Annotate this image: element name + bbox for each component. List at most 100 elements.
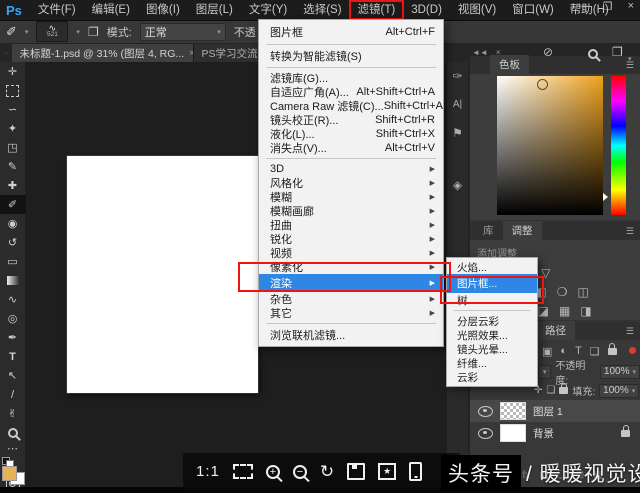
menu-image[interactable]: 图像(I) [138,1,188,19]
menu-item-3d[interactable]: 3D▶ [259,162,443,176]
submenu-item-clouds[interactable]: 云彩 [447,370,537,384]
save-icon[interactable] [347,463,365,480]
lock-all-icon[interactable] [559,387,568,394]
adjustment-icon[interactable]: ▦ [559,305,570,317]
brush-presets-panel-icon[interactable]: ✑ [452,69,462,83]
layer-row-layer1[interactable]: 图层 1 [470,400,640,422]
menu-item-sharpen[interactable]: 锐化▶ [259,232,443,246]
chevron-down-icon[interactable]: ▾ [25,28,29,36]
fill-input[interactable]: 100% ▾ [599,384,639,398]
minimize-button[interactable]: — [577,0,588,13]
menu-item-convert-smart-filter[interactable]: 转换为智能滤镜(S) [259,48,443,64]
hue-slider-arrow-icon[interactable] [603,193,608,201]
dodge-tool[interactable]: ◎ [0,309,26,328]
submenu-item-flame[interactable]: 火焰... [447,260,537,274]
rotate-icon[interactable]: ↻ [320,463,334,480]
menu-item-distort[interactable]: 扭曲▶ [259,218,443,232]
brush-tool-selected[interactable]: ✐ [0,195,26,214]
menu-item-adaptive-wide-angle[interactable]: 自适应广角(A)...Alt+Shift+Ctrl+A [259,85,443,99]
filter-type-layers-icon[interactable]: T [575,345,582,357]
menu-window[interactable]: 窗口(W) [504,1,562,19]
chevron-down-icon[interactable]: ▾ [628,48,632,66]
history-brush-tool[interactable]: ↺ [0,233,26,252]
device-icon[interactable] [409,462,422,481]
color-picker-ring[interactable] [537,79,548,90]
pen-tool[interactable]: ✒ [0,328,26,347]
adjustment-icon[interactable]: ◨ [580,305,591,317]
submenu-item-clouds-layered[interactable]: 分层云彩 [447,314,537,328]
menu-select[interactable]: 选择(S) [295,1,349,19]
menu-item-video[interactable]: 视频▶ [259,246,443,260]
visibility-eye-icon[interactable] [478,406,493,417]
move-tool[interactable]: ✛ [0,62,26,81]
menu-item-other[interactable]: 其它▶ [259,306,443,320]
adjustment-icon[interactable]: ◪ [538,305,549,317]
adjustment-icon[interactable]: ◫ [578,286,589,298]
workspace-switcher-icon[interactable]: ❐ [612,45,623,59]
menu-item-camera-raw[interactable]: Camera Raw 滤镜(C)...Shift+Ctrl+A [259,99,443,113]
crop-tool[interactable]: ◳ [0,138,26,157]
menu-item-filter-gallery[interactable]: 滤镜库(G)... [259,71,443,85]
filter-shape-layers-icon[interactable]: ❏ [590,345,600,358]
lock-image-icon[interactable]: ❏ [546,385,555,396]
hue-slider[interactable] [611,76,626,215]
type-tool[interactable]: T [0,347,26,366]
no-symbol-icon[interactable]: ⊘ [543,45,553,59]
clone-stamp-tool[interactable]: ◉ [0,214,26,233]
menu-item-liquify[interactable]: 液化(L)...Shift+Ctrl+X [259,127,443,141]
favorite-icon[interactable]: ★ [378,463,396,480]
eraser-tool[interactable]: ▭ [0,252,26,271]
menu-edit[interactable]: 编辑(E) [84,1,138,19]
eyedropper-tool[interactable]: ✎ [0,157,26,176]
edit-toolbar-button[interactable]: ⋯ [0,442,26,455]
menu-item-browse-filters-online[interactable]: 浏览联机滤镜... [259,327,443,343]
brush-panel-toggle-icon[interactable]: ❐ [88,25,99,39]
menu-item-stylize[interactable]: 风格化▶ [259,176,443,190]
menu-item-vanishing-point[interactable]: 消失点(V)...Alt+Ctrl+V [259,141,443,155]
lasso-tool[interactable]: ∽ [0,100,26,119]
hand-tool[interactable]: ✌ [0,404,26,423]
layer-name[interactable]: 图层 1 [533,404,563,419]
blend-mode-select[interactable]: 正常 ▾ [140,23,226,41]
blend-mode-caret-icon[interactable]: ▾ [538,365,551,379]
color-field[interactable] [497,76,603,215]
gradient-tool[interactable] [0,271,26,290]
zoom-ratio-button[interactable]: 1:1 [196,463,220,480]
chevron-down-icon[interactable]: ▾ [76,28,80,36]
healing-brush-tool[interactable]: ✚ [0,176,26,195]
path-selection-tool[interactable]: ↖ [0,366,26,385]
quick-selection-tool[interactable]: ✦ [0,119,26,138]
menu-item-lens-correction[interactable]: 镜头校正(R)...Shift+Ctrl+R [259,113,443,127]
brush-preset-picker[interactable]: ∿ 521 [36,21,68,42]
tab-paths[interactable]: 路径 [536,321,575,340]
zoom-tool[interactable] [0,423,26,442]
visibility-eye-icon[interactable] [478,428,493,439]
tab-swatches[interactable]: 色板 [490,55,529,74]
layer-name[interactable]: 背景 [533,426,554,441]
color-swatches[interactable] [1,457,25,474]
submenu-item-lens-flare[interactable]: 镜头光晕... [447,342,537,356]
brush-tool-icon[interactable]: ✐ [6,24,17,40]
menu-item-last-filter[interactable]: 图片框Alt+Ctrl+F [259,23,443,41]
menu-item-blur[interactable]: 模糊▶ [259,190,443,204]
panel-menu-icon[interactable]: ☰ [626,326,634,337]
filter-pixel-layers-icon[interactable]: ▣ [542,345,552,358]
layer-thumbnail[interactable] [500,424,526,442]
menu-view[interactable]: 视图(V) [450,1,504,19]
filter-adjustment-layers-icon[interactable]: ◐ [560,345,567,357]
character-panel-icon[interactable]: A| [453,99,462,110]
submenu-item-lighting-effects[interactable]: 光照效果... [447,328,537,342]
zoom-out-icon[interactable]: − [293,465,307,479]
adjustment-icon[interactable]: ❍ [557,286,568,298]
paragraph-panel-icon[interactable]: ⚑ [452,126,463,140]
line-tool[interactable]: / [0,385,26,404]
close-button[interactable]: × [628,0,634,13]
menu-filter[interactable]: 滤镜(T) [350,1,404,19]
menu-layer[interactable]: 图层(L) [188,1,241,19]
layer-row-background[interactable]: 背景 [470,422,640,444]
menu-type[interactable]: 文字(Y) [241,1,295,19]
menu-3d[interactable]: 3D(D) [403,1,450,19]
panel-menu-icon[interactable]: ☰ [626,226,634,237]
opacity-input[interactable]: 100% ▾ [600,365,640,379]
menu-file[interactable]: 文件(F) [30,1,84,19]
